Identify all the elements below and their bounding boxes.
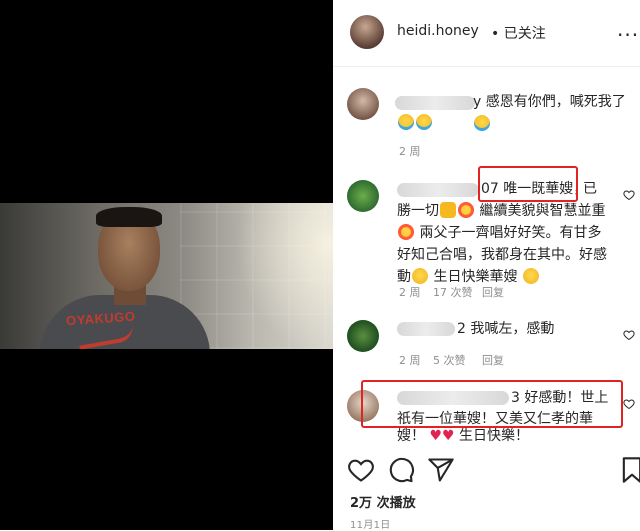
post-date: 11月1日 [350, 520, 391, 531]
comment-body: 2 我喊左，感動 [457, 321, 555, 337]
comment-line: 已 [583, 178, 597, 200]
comment-line: 嫂！ ♥♥ 生日快樂！ [397, 425, 529, 447]
username[interactable]: heidi.honey [397, 23, 479, 39]
comment-body: 兩父子一齊唱好好笑。有甘多 [419, 225, 602, 241]
comment-avatar[interactable] [347, 180, 379, 212]
comment-time: 2 周 [399, 286, 421, 299]
redacted-username [395, 96, 475, 110]
wink-emoji-icon [522, 268, 539, 284]
share-icon[interactable] [427, 456, 455, 484]
highlight-box-2 [361, 380, 623, 428]
comment-body: 好知己合唱，我都身在其中。好感 [397, 247, 607, 263]
like-count[interactable]: 5 次赞 [433, 352, 466, 368]
comment-emoji-line [397, 112, 433, 134]
crying-emoji-icon [416, 114, 432, 130]
comment-like-heart-icon[interactable] [623, 398, 635, 410]
reply-link[interactable]: 回复 [482, 352, 504, 368]
comment-avatar[interactable] [347, 320, 379, 352]
reply-link[interactable]: 回复 [482, 284, 504, 300]
smile-emoji-icon [412, 268, 428, 284]
comment-avatar[interactable] [347, 88, 379, 120]
redacted-username [397, 183, 479, 197]
comment-body: y 感恩有你們，喊死我了 [473, 94, 626, 110]
comment-body: 嫂！ [397, 428, 425, 444]
comment-body: 生日快樂華嫂 [433, 269, 518, 285]
comment-time: 2 周 [399, 145, 421, 158]
comment-body: 勝一切 [397, 203, 439, 219]
comment-icon[interactable] [387, 456, 415, 484]
red-heart-emoji-icon: ♥ [429, 428, 443, 444]
crying-emoji-icon [398, 114, 414, 130]
like-count[interactable]: 17 次赞 [433, 284, 473, 300]
comment-body: 已 [583, 181, 597, 197]
man-in-video: OYAKUGO [40, 203, 210, 349]
comment-text: y 感恩有你們，喊死我了 [473, 91, 638, 135]
highlight-box-1 [478, 166, 578, 202]
red-heart-emoji-icon: ♥ [442, 428, 455, 444]
crying-emoji-icon [474, 115, 490, 131]
follow-status[interactable]: • 已关注 [491, 23, 546, 43]
avatar[interactable] [350, 15, 384, 49]
comment-line: 勝一切 繼續美貌與智慧並重 [397, 200, 605, 222]
light-glow [230, 203, 333, 349]
comment-body: 動 [397, 269, 411, 285]
post-viewer: OYAKUGO heidi.honey • 已关注 ... y 感恩有你們，喊死… [0, 0, 640, 531]
post-header: heidi.honey • 已关注 ... [333, 0, 640, 67]
comments-panel: heidi.honey • 已关注 ... y 感恩有你們，喊死我了 2 周 0… [333, 0, 640, 531]
video-frame[interactable]: OYAKUGO [0, 203, 333, 349]
bookmark-icon[interactable] [621, 456, 640, 484]
more-options-icon[interactable]: ... [617, 17, 639, 41]
comment-body: 生日快樂！ [459, 428, 530, 444]
comment-body: 繼續美貌與智慧並重 [479, 203, 606, 219]
heart-eyes-emoji-icon [458, 202, 474, 218]
comment-like-heart-icon[interactable] [623, 329, 635, 341]
comment-line: 好知己合唱，我都身在其中。好感 [397, 244, 607, 266]
redacted-username [397, 322, 455, 336]
heart-eyes-emoji-icon [398, 224, 414, 240]
comment-line: 2 我喊左，感動 [457, 318, 554, 340]
video-player[interactable]: OYAKUGO [0, 0, 333, 530]
comment-like-heart-icon[interactable] [623, 189, 635, 201]
like-heart-icon[interactable] [347, 456, 375, 484]
thumbs-up-emoji-icon [440, 202, 456, 218]
comment-time: 2 周 [399, 354, 421, 367]
hair [96, 207, 162, 227]
comment-line: 兩父子一齊唱好好笑。有甘多 [397, 222, 601, 244]
view-count: 2万 次播放 [350, 496, 416, 511]
